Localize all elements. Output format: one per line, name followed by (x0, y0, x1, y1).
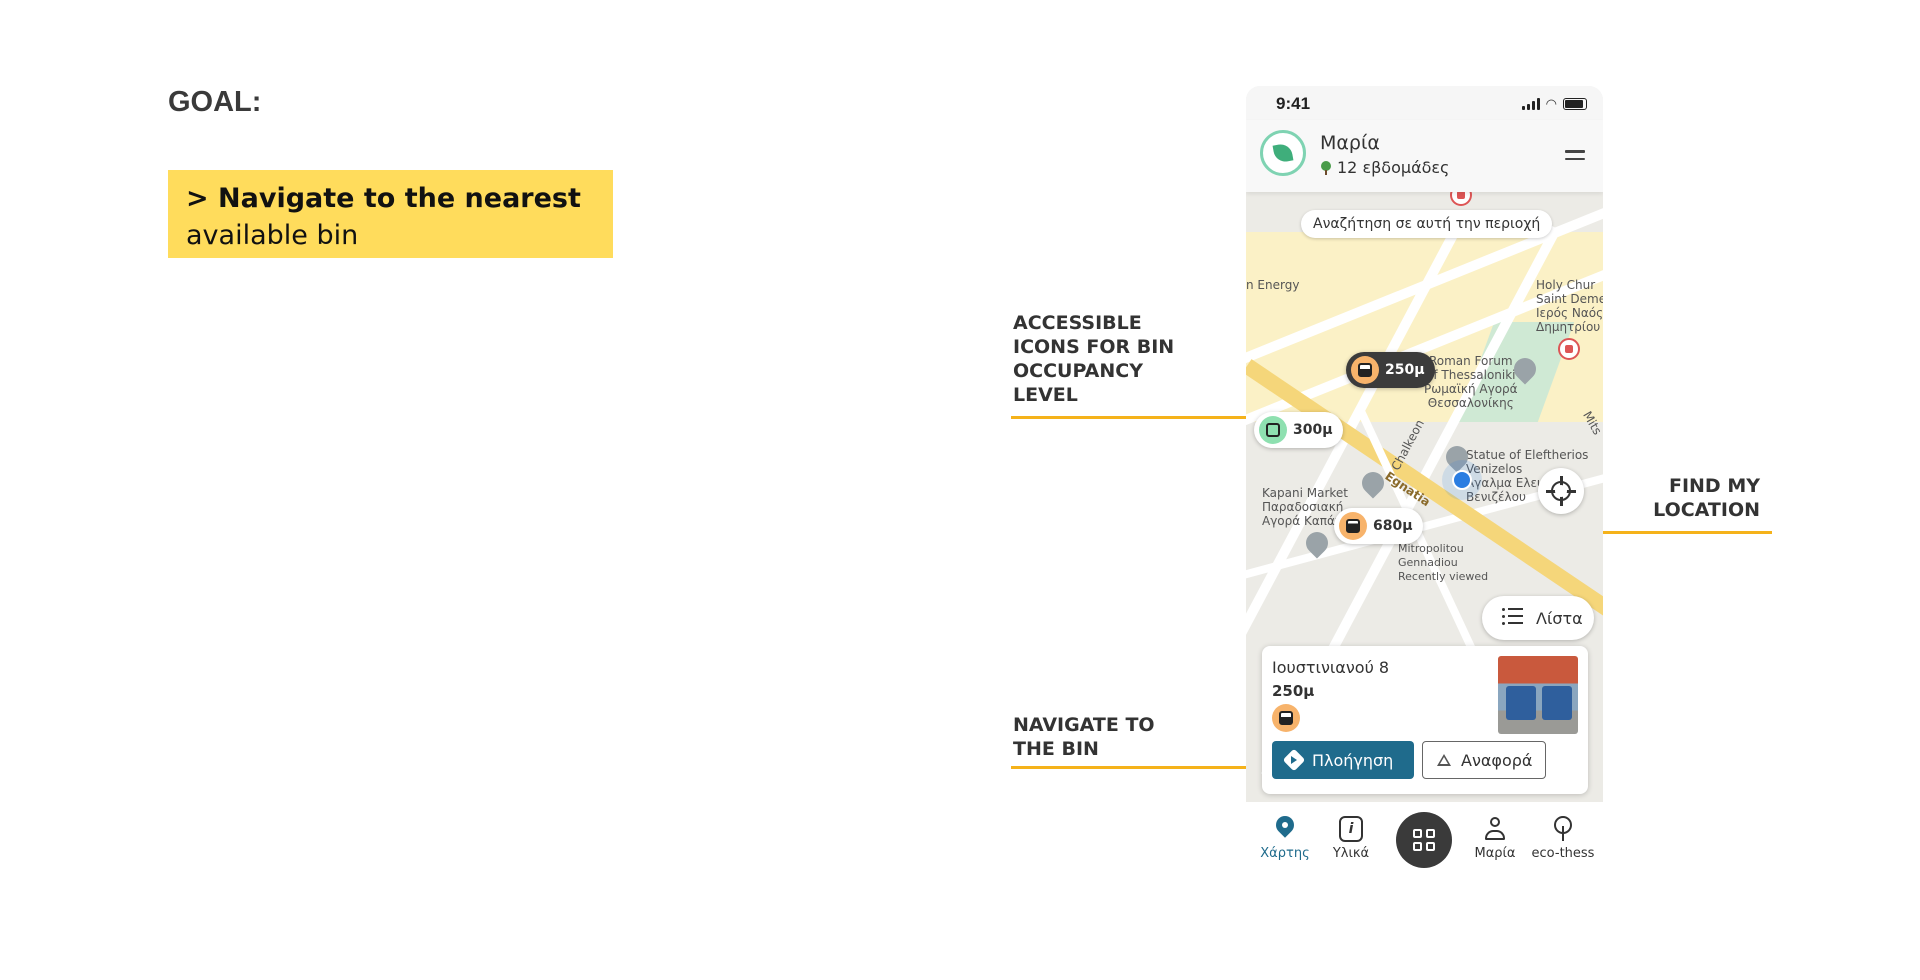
bin-address: Ιουστινιανού 8 (1272, 658, 1390, 677)
tab-profile[interactable]: Μαρία (1462, 816, 1528, 861)
list-view-label: Λίστα (1536, 608, 1583, 628)
map-label-forum: Roman Forum of Thessaloniki Ρωμαϊκή Αγορ… (1424, 354, 1518, 410)
avatar[interactable] (1260, 130, 1306, 176)
bin-empty-icon (1259, 416, 1287, 444)
tab-label: eco-thess (1531, 846, 1595, 861)
app-header: Μαρία 12 εβδομάδες (1246, 120, 1603, 192)
tab-label: Χάρτης (1260, 846, 1310, 861)
signal-icon (1521, 98, 1540, 110)
red-bin-marker[interactable] (1558, 338, 1580, 360)
tab-label: Υλικά (1332, 846, 1370, 861)
bin-pin-300[interactable]: 300μ (1254, 412, 1343, 448)
landmark-poi-icon[interactable] (1514, 358, 1536, 384)
tab-eco-thess[interactable]: eco-thess (1530, 816, 1596, 861)
map-label-mitropolitou: Mitropolitou Gennadiou Recently viewed (1398, 542, 1489, 583)
annotation-navigate: NAVIGATE TO THE BIN (1013, 714, 1155, 760)
red-bin-marker[interactable] (1450, 192, 1472, 206)
tab-materials[interactable]: i Υλικά (1318, 816, 1384, 861)
goal-line-2: available bin (186, 220, 359, 251)
navigate-button[interactable]: Πλοήγηση (1272, 741, 1414, 779)
tree-icon (1551, 816, 1575, 842)
bin-pin-680[interactable]: 680μ (1334, 508, 1423, 544)
bin-pin-distance: 250μ (1385, 362, 1425, 378)
bin-pin-distance: 300μ (1293, 422, 1333, 438)
market-poi-icon[interactable] (1362, 472, 1384, 498)
status-icons: ◠ (1521, 96, 1587, 112)
phone-screen: 9:41 ◠ Μαρία 12 εβδομάδες Αναζήτηση σε α… (1246, 86, 1603, 886)
status-bar: 9:41 ◠ (1246, 86, 1603, 120)
my-location-dot (1452, 470, 1472, 490)
statue-poi-icon[interactable] (1446, 446, 1468, 472)
bin-half-icon (1351, 356, 1379, 384)
user-name: Μαρία (1320, 132, 1380, 154)
report-button[interactable]: Αναφορά (1422, 741, 1546, 779)
annotation-icons: ACCESSIBLE ICONS FOR BIN OCCUPANCY LEVEL (1013, 312, 1175, 406)
user-icon (1483, 816, 1507, 842)
map-pin-icon (1273, 816, 1297, 842)
weeks-streak: 12 εβδομάδες (1320, 158, 1449, 177)
list-icon (1502, 607, 1524, 629)
directions-icon (1282, 748, 1306, 772)
bin-card[interactable]: Ιουστινιανού 8 250μ Πλοήγηση Αναφορά (1262, 646, 1588, 794)
annotation-location: FIND MY LOCATION (1653, 475, 1760, 521)
annotation-navigate-arrow (1011, 766, 1286, 769)
wifi-icon: ◠ (1545, 96, 1557, 111)
leaf-icon (1272, 142, 1294, 164)
annotation-location-arrow (1596, 531, 1772, 534)
bin-pin-250[interactable]: 250μ (1346, 352, 1435, 388)
tab-map[interactable]: Χάρτης (1252, 816, 1318, 861)
battery-icon (1563, 98, 1587, 110)
bin-pin-distance: 680μ (1373, 518, 1413, 534)
tree-icon (1320, 160, 1332, 175)
report-label: Αναφορά (1461, 750, 1533, 770)
map-label-church: Holy Chur Saint Deme Ιερός Ναός Δημητρίο… (1536, 278, 1603, 334)
menu-icon[interactable] (1565, 150, 1585, 162)
navigate-label: Πλοήγηση (1312, 750, 1394, 770)
goal-box: > Navigate to the nearest available bin (168, 170, 613, 258)
bottom-nav: Χάρτης i Υλικά Μαρία eco-thess (1246, 802, 1603, 886)
search-this-area-button[interactable]: Αναζήτηση σε αυτή την περιοχή (1301, 210, 1553, 238)
goal-line-1: > Navigate to the nearest (186, 183, 581, 214)
crosshair-icon (1546, 476, 1576, 506)
find-my-location-button[interactable] (1538, 468, 1584, 514)
bin-photo[interactable] (1498, 656, 1578, 734)
bin-distance: 250μ (1272, 682, 1315, 700)
status-time: 9:41 (1276, 94, 1311, 113)
map-label-energy: n Energy (1246, 278, 1300, 292)
goal-title: GOAL: (168, 86, 262, 118)
weeks-label: 12 εβδομάδες (1337, 158, 1450, 177)
warning-icon (1437, 754, 1451, 766)
tab-label: Μαρία (1474, 846, 1516, 861)
restaurant-poi-icon[interactable] (1306, 532, 1328, 558)
bin-full-icon (1339, 512, 1367, 540)
list-view-button[interactable]: Λίστα (1482, 596, 1594, 640)
qr-icon (1413, 829, 1435, 851)
bin-half-icon (1272, 704, 1300, 732)
qr-scan-button[interactable] (1396, 812, 1452, 868)
info-icon: i (1339, 816, 1363, 842)
